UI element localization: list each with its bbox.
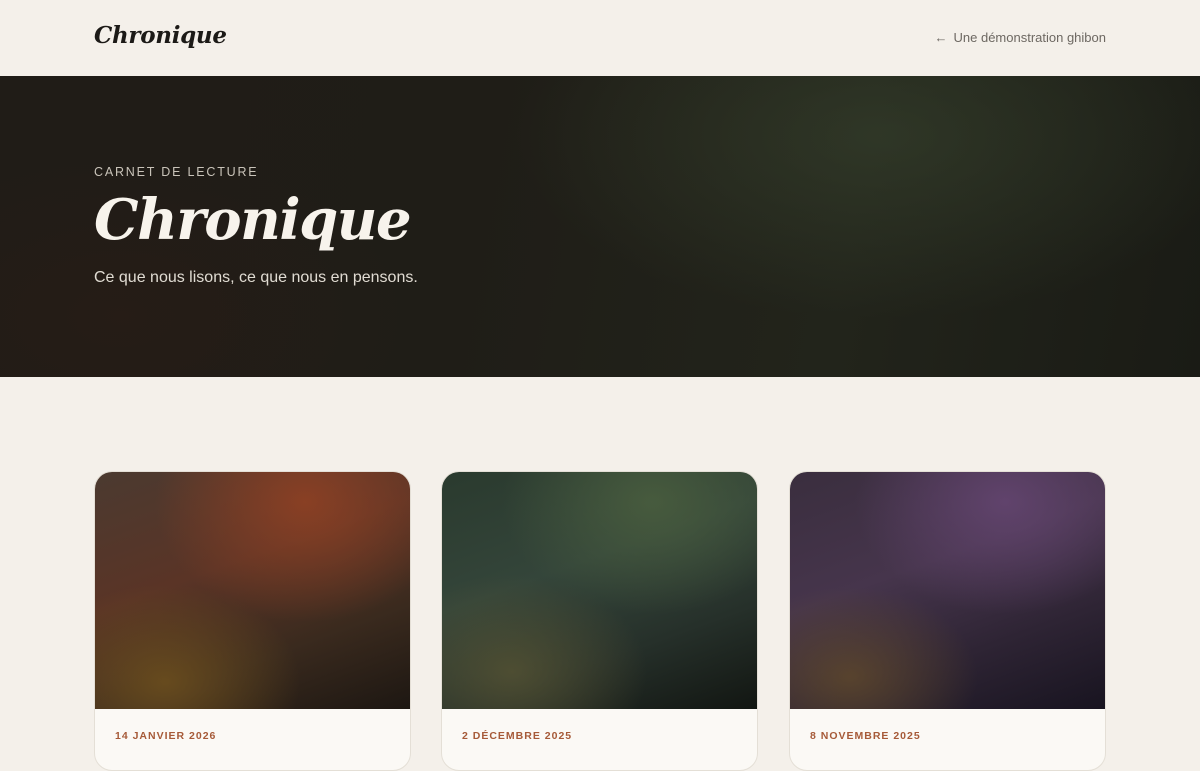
hero-eyebrow: CARNET DE LECTURE	[94, 165, 259, 179]
card-cover-image	[442, 472, 757, 709]
top-bar: Chronique ← Une démonstration ghibon	[0, 0, 1200, 76]
brand-logo[interactable]: Chronique	[94, 22, 227, 49]
hero-subtitle: Ce que nous lisons, ce que nous en penso…	[94, 269, 418, 286]
article-cards: 14 JANVIER 2026 2 DÉCEMBRE 2025 8 NOVEMB…	[94, 471, 1106, 771]
back-link-label: Une démonstration ghibon	[953, 30, 1107, 45]
card-date: 14 JANVIER 2026	[115, 730, 217, 742]
hero-title: Chronique	[94, 187, 412, 253]
card-cover-image	[790, 472, 1105, 709]
article-card[interactable]: 14 JANVIER 2026	[94, 471, 411, 771]
card-date: 8 NOVEMBRE 2025	[810, 730, 921, 742]
article-card[interactable]: 8 NOVEMBRE 2025	[789, 471, 1106, 771]
hero-banner: CARNET DE LECTURE Chronique Ce que nous …	[0, 76, 1200, 377]
arrow-left-icon: ←	[934, 30, 948, 45]
card-date: 2 DÉCEMBRE 2025	[462, 730, 573, 742]
article-card[interactable]: 2 DÉCEMBRE 2025	[441, 471, 758, 771]
back-link[interactable]: ← Une démonstration ghibon	[935, 30, 1107, 45]
card-cover-image	[95, 472, 410, 709]
